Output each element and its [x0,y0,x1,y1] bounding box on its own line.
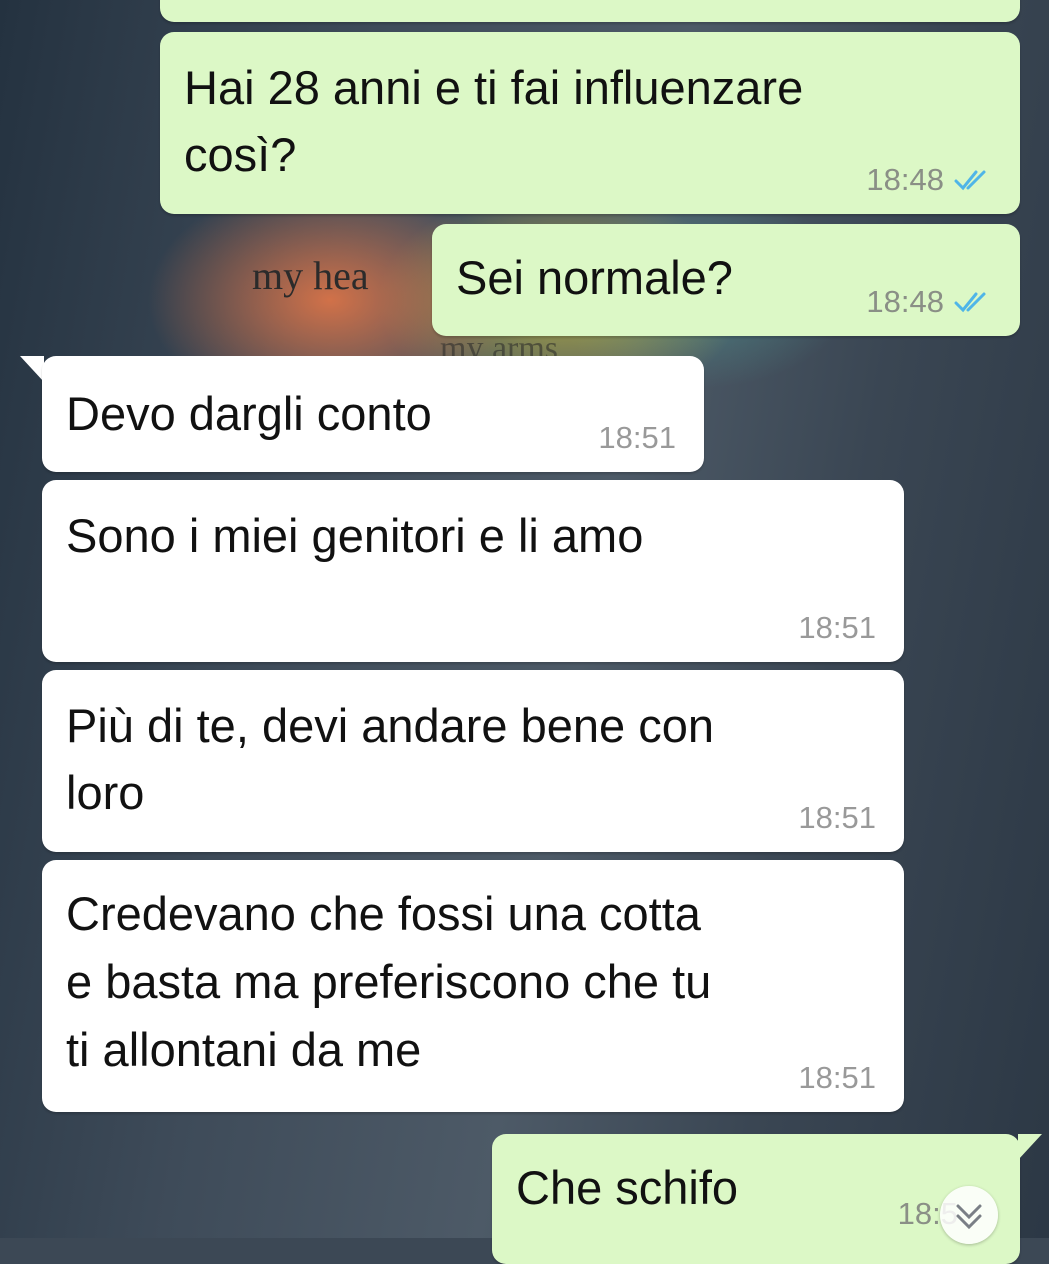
double-check-icon [954,170,986,191]
bubble-tail [20,356,44,382]
message-meta: 18:51 [798,800,876,836]
chevron-down-double-icon [956,1204,982,1230]
message-text: Più di te, devi andare bene con [66,699,715,752]
message-text: così? [184,128,297,181]
message-text: Che schifo [516,1161,739,1214]
message-text: Hai 28 anni e ti fai influenzare [184,61,804,114]
message-text: Sei normale? [456,251,733,304]
message-text: loro [66,766,145,819]
message-text: Devo dargli conto [66,387,432,440]
message-time: 18:48 [866,284,944,319]
message-time: 18:51 [598,420,676,455]
message-time: 18:51 [798,1060,876,1095]
message-bubble-incoming[interactable]: Credevano che fossi una cotta e basta ma… [42,860,904,1112]
message-meta: 18:48 [866,162,994,198]
message-text: e basta ma preferiscono che tu [66,955,712,1008]
wallpaper-text: my hea [252,253,369,298]
message-meta: 18:51 [598,420,676,456]
message-text: Credevano che fossi una cotta [66,887,701,940]
message-bubble-outgoing[interactable]: Hai 28 anni e ti fai influenzare così? 1… [160,32,1020,214]
message-time: 18:51 [798,800,876,835]
scroll-to-bottom-button[interactable] [940,1186,998,1244]
double-check-icon [954,292,986,313]
message-text: ti allontani da me [66,1023,422,1076]
message-bubble-incoming[interactable]: Più di te, devi andare bene con loro 18:… [42,670,904,852]
message-bubble-incoming[interactable]: Sono i miei genitori e li amo 18:51 [42,480,904,662]
message-meta: 18:51 [798,1060,876,1096]
message-bubble-outgoing[interactable] [160,0,1020,22]
message-meta: 18:48 [866,284,994,320]
message-time: 18:48 [866,162,944,197]
message-time: 18:51 [798,610,876,645]
message-bubble-outgoing[interactable]: Sei normale? 18:48 [432,224,1020,336]
message-meta: 18:51 [798,610,876,646]
message-bubble-incoming[interactable]: Devo dargli conto 18:51 [42,356,704,472]
message-text: Sono i miei genitori e li amo [66,509,644,562]
bubble-tail [1018,1134,1042,1160]
